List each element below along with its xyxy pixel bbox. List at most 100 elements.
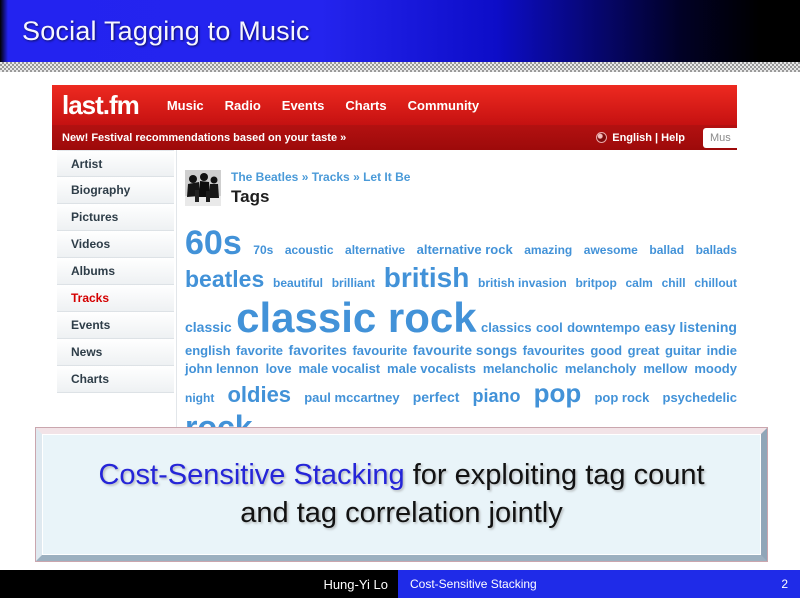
tag-favourite-songs[interactable]: favourite songs [413,344,517,357]
tag-row-4: english favorite favorites favourite favouri… [185,344,737,357]
tag-row-2: beatles beautiful brilliant british british … [185,265,737,292]
lastfm-content: The Beatles » Tracks » Let It Be Tags 60… [177,150,737,430]
slide-footer: Hung-Yi Lo Cost-Sensitive Stacking 2 [0,570,800,598]
nav-item-music[interactable]: Music [167,98,204,113]
tag-alternative[interactable]: alternative [345,245,405,256]
sidebar-item-events[interactable]: Events [57,312,174,339]
globe-icon [596,132,607,143]
tag-row-1: 60s 70s acoustic alternative alternative roc… [185,227,737,259]
sidebar-item-charts[interactable]: Charts [57,366,174,393]
tag-pop[interactable]: pop [534,381,582,406]
tag-favorites[interactable]: favorites [289,344,347,357]
tag-great[interactable]: great [628,345,660,357]
tag-row-3: classic classic rock classics cool downtempo… [185,298,737,338]
tag-chill[interactable]: chill [662,278,686,289]
sidebar-item-biography[interactable]: Biography [57,177,174,204]
tag-brilliant[interactable]: brilliant [332,278,375,289]
tag-calm[interactable]: calm [626,278,653,289]
lastfm-screenshot: last.fm MusicRadioEventsChartsCommunity … [52,85,737,430]
locale-links[interactable]: English | Help [596,132,685,144]
tag-60s[interactable]: 60s [185,227,242,259]
tag-melancholic[interactable]: melancholic [483,363,558,375]
tag-awesome[interactable]: awesome [584,245,638,256]
sidebar-item-tracks[interactable]: Tracks [57,285,174,312]
sidebar-item-news[interactable]: News [57,339,174,366]
slide-title-bar: Social Tagging to Music [0,0,800,62]
tag-perfect[interactable]: perfect [413,391,460,404]
nav-item-charts[interactable]: Charts [345,98,386,113]
tag-cool[interactable]: cool [536,322,563,334]
tag-classics[interactable]: classics [481,322,532,334]
tag-indie[interactable]: indie [707,345,737,357]
tag-beatles[interactable]: beatles [185,269,264,291]
tag-piano[interactable]: piano [473,388,521,405]
tag-british[interactable]: british [384,265,470,292]
page-number: 2 [781,577,788,591]
lastfm-logo[interactable]: last.fm [62,90,139,121]
tag-love[interactable]: love [266,363,292,375]
tag-row-6: night oldies paul mccartney perfect piano pop… [185,381,737,406]
callout-line2: and tag correlation jointly [240,495,562,533]
tag-paul-mccartney[interactable]: paul mccartney [304,392,399,404]
sidebar-item-artist[interactable]: Artist [57,150,174,177]
sidebar-item-pictures[interactable]: Pictures [57,204,174,231]
tag-ballad[interactable]: ballad [649,245,684,256]
tag-row-5: john lennon love male vocalist male vocalis… [185,363,737,375]
lastfm-subbar: New! Festival recommendations based on y… [52,125,737,150]
lastfm-sidebar: ArtistBiographyPicturesVideosAlbumsTrack… [57,150,174,430]
tag-male-vocalists[interactable]: male vocalists [387,363,476,375]
sidebar-item-albums[interactable]: Albums [57,258,174,285]
slide-title: Social Tagging to Music [0,16,310,47]
tag-moody[interactable]: moody [694,363,737,375]
tag-male-vocalist[interactable]: male vocalist [298,363,380,375]
tag-easy-listening[interactable]: easy listening [644,321,737,334]
sidebar-item-videos[interactable]: Videos [57,231,174,258]
callout-line1: Cost-Sensitive Stacking for exploiting t… [98,457,704,495]
tag-acoustic[interactable]: acoustic [285,245,334,256]
tag-oldies[interactable]: oldies [227,385,291,406]
tag-favorite[interactable]: favorite [236,345,283,357]
tag-psychedelic[interactable]: psychedelic [663,392,737,404]
nav-item-events[interactable]: Events [282,98,325,113]
nav-item-radio[interactable]: Radio [225,98,261,113]
locale-links-label[interactable]: English | Help [612,132,685,144]
tag-mellow[interactable]: mellow [643,363,687,375]
callout-text: Cost-Sensitive Stacking for exploiting t… [42,434,761,555]
tag-favourite[interactable]: favourite [352,345,407,357]
tag-downtempo[interactable]: downtempo [567,322,640,334]
tag-ballads[interactable]: ballads [696,245,737,256]
footer-author: Hung-Yi Lo [323,577,388,592]
nav-item-community[interactable]: Community [408,98,480,113]
tag-amazing[interactable]: amazing [524,245,572,256]
tag-classic[interactable]: classic [185,321,232,334]
festival-banner-link[interactable]: New! Festival recommendations based on y… [62,132,346,144]
tag-english[interactable]: english [185,345,231,357]
callout-highlight: Cost-Sensitive Stacking [98,459,404,491]
tag-beautiful[interactable]: beautiful [273,278,323,289]
callout-line1-rest: for exploiting tag count [405,459,705,491]
tag-british-invasion[interactable]: british invasion [478,278,567,289]
tag-alternative-rock[interactable]: alternative rock [417,244,513,256]
tag-favourites[interactable]: favourites [523,345,585,357]
callout-box: Cost-Sensitive Stacking for exploiting t… [35,427,768,562]
tag-70s[interactable]: 70s [253,245,273,256]
tag-chillout[interactable]: chillout [694,278,737,289]
tag-john-lennon[interactable]: john lennon [185,363,259,375]
breadcrumb[interactable]: The Beatles » Tracks » Let It Be [231,170,410,184]
callout-bevel: Cost-Sensitive Stacking for exploiting t… [36,428,767,561]
tag-classic-rock[interactable]: classic rock [236,298,477,338]
footer-topic-section: Cost-Sensitive Stacking 2 [398,570,800,598]
tag-melancholy[interactable]: melancholy [565,363,637,375]
texture-divider [0,62,800,72]
lastfm-nav: Music Radio Events Charts Community [167,98,479,113]
tag-good[interactable]: good [590,345,622,357]
footer-author-section: Hung-Yi Lo [0,570,398,598]
tag-britpop[interactable]: britpop [575,278,616,289]
tag-night[interactable]: night [185,393,214,404]
beatles-thumbnail[interactable] [185,170,221,206]
search-input[interactable] [703,128,737,148]
footer-topic: Cost-Sensitive Stacking [410,577,537,591]
tags-heading: Tags [231,187,410,207]
tag-guitar[interactable]: guitar [665,345,701,357]
tag-pop-rock[interactable]: pop rock [594,392,649,404]
